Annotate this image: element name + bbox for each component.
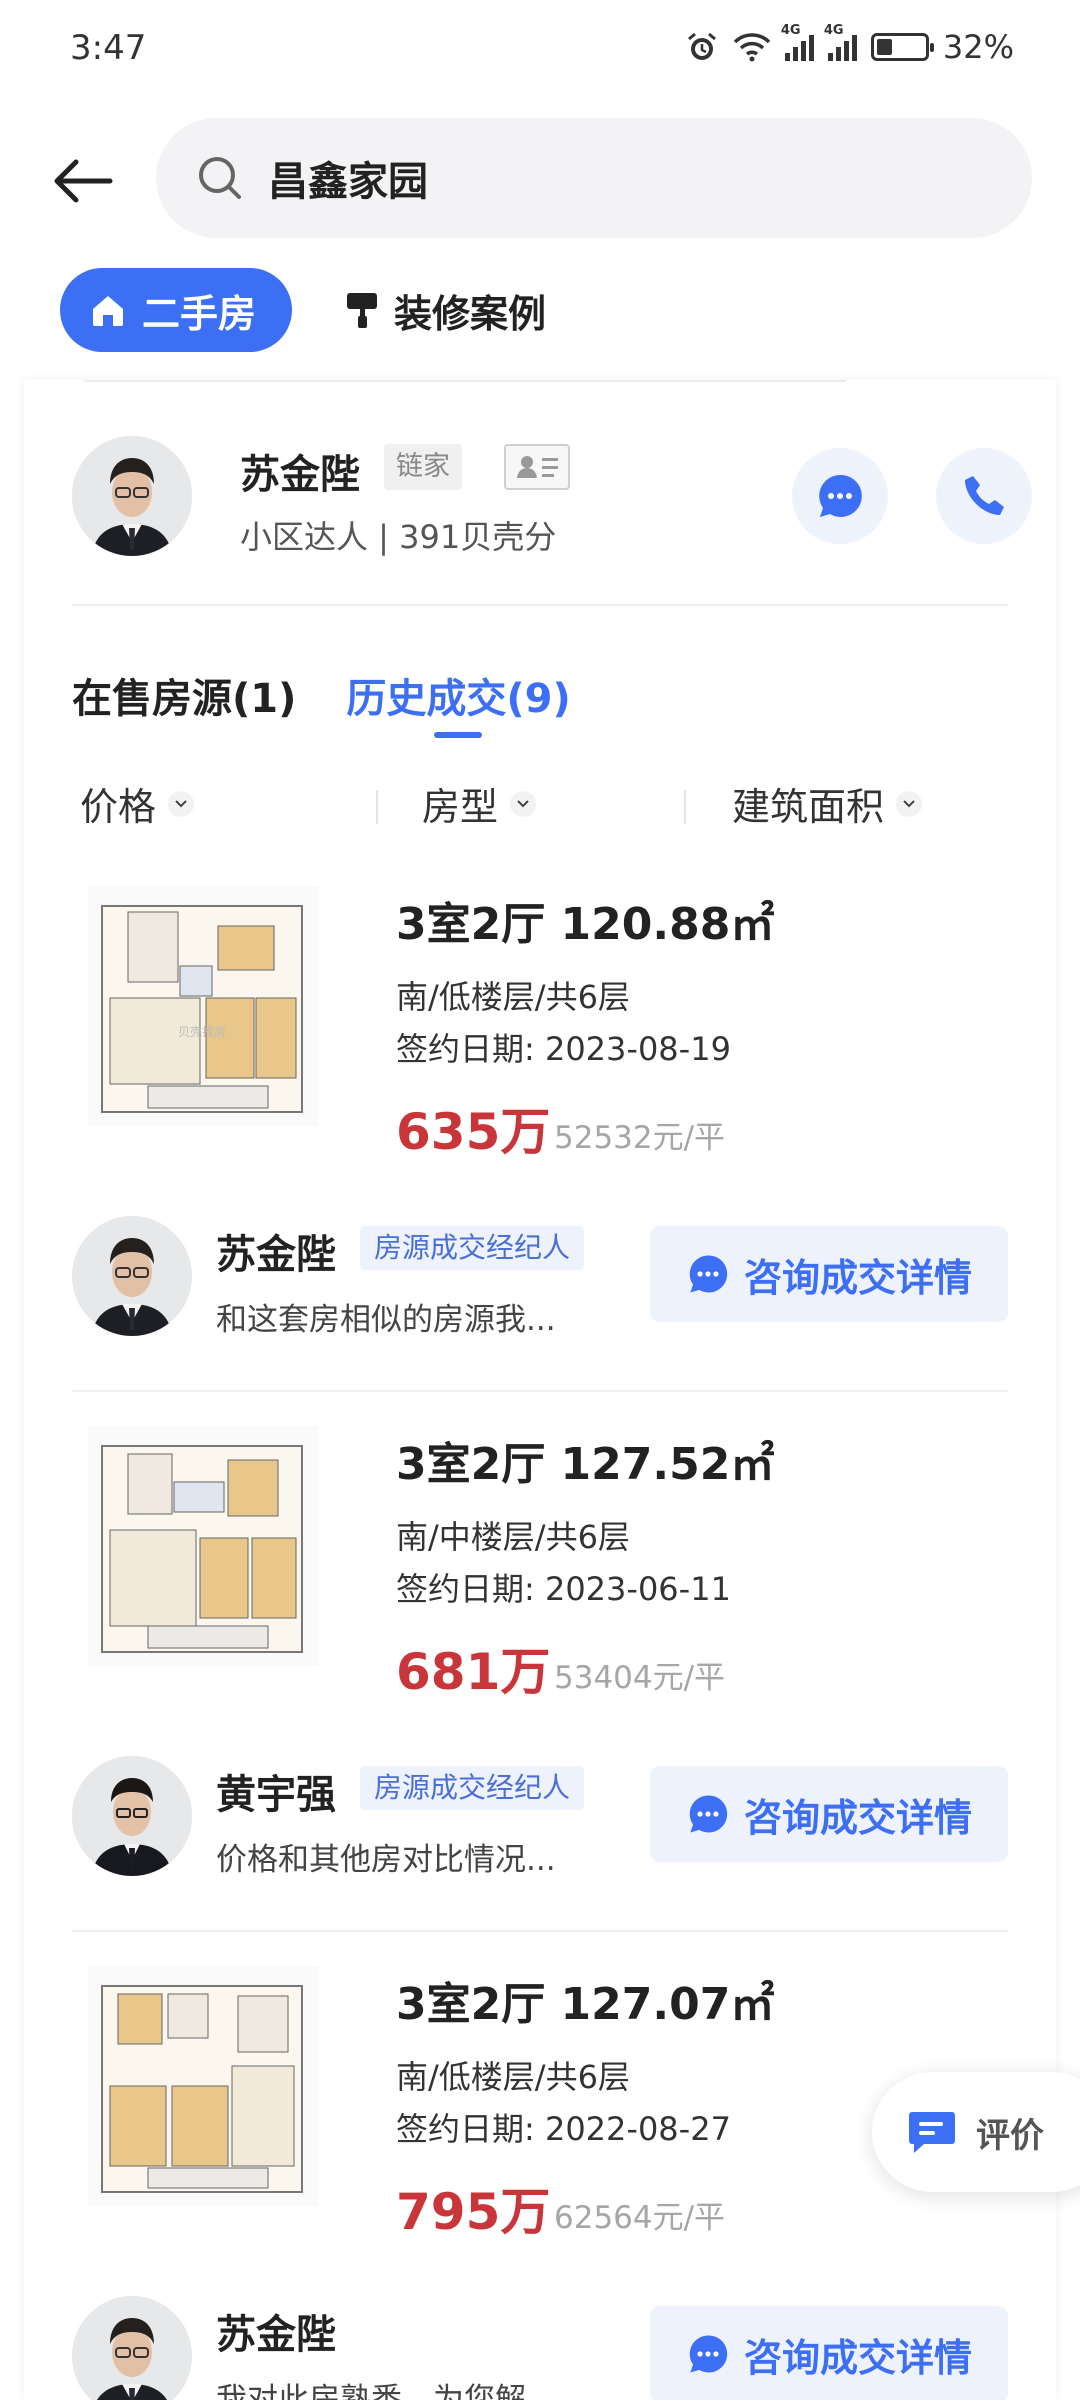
listing-title: 3室2厅 127.07㎡ <box>396 1979 775 2030</box>
divider <box>72 1930 1008 1932</box>
agent-description: 我对此房熟悉，为您解... <box>216 2382 556 2400</box>
svg-text:贝壳找房: 贝壳找房 <box>178 1024 226 1039</box>
home-icon <box>93 296 123 326</box>
consult-label: 咨询成交详情 <box>743 1795 972 1840</box>
listing-agent: 黄宇强 房源成交经纪人 价格和其他房对比情况... 咨询成交详情 <box>72 1756 1008 1878</box>
listing-price: 681万 <box>396 1643 551 1701</box>
search-icon <box>199 157 241 199</box>
agent-description: 价格和其他房对比情况... <box>216 1842 556 1878</box>
signal-icon-2: 4G <box>824 23 857 61</box>
listing-card[interactable]: 3室2厅 127.52㎡ 南/中楼层/共6层 签约日期: 2023-06-11 … <box>72 1410 1008 1932</box>
agent-role-badge: 房源成交经纪人 <box>360 1766 585 1810</box>
chat-bubble-icon <box>689 2335 728 2373</box>
section-tabs: 在售房源(1) 历史成交(9) <box>72 666 571 738</box>
agent-description: 和这套房相似的房源我... <box>216 1302 556 1338</box>
avatar[interactable] <box>72 2296 192 2400</box>
review-button[interactable]: 评价 <box>872 2072 1080 2192</box>
listing-unit-price: 53404元/平 <box>554 1660 726 1696</box>
agent-subtitle: 小区达人 | 391贝壳分 <box>240 518 557 556</box>
signal-icon-1: 4G <box>781 23 814 61</box>
listing-title: 3室2厅 120.88㎡ <box>396 899 775 950</box>
status-time: 3:47 <box>70 28 147 68</box>
listing-price: 635万 <box>396 1103 551 1161</box>
filter-label: 房型 <box>422 785 499 829</box>
listing-unit-price: 52532元/平 <box>554 1120 726 1156</box>
listing-title: 3室2厅 127.52㎡ <box>396 1439 775 1490</box>
chat-button[interactable] <box>792 448 888 544</box>
header: 昌鑫家园 二手房 装修案例 <box>0 100 1080 380</box>
search-query: 昌鑫家园 <box>268 159 428 205</box>
agent-name: 苏金陛 <box>216 2312 336 2358</box>
filter-separator <box>684 790 686 824</box>
brand-badge: 链家 <box>384 444 462 490</box>
status-bar: 3:47 4G 4G 32% <box>0 0 1080 100</box>
wifi-icon <box>733 32 771 62</box>
listing-price: 795万 <box>396 2183 551 2241</box>
listing-floor: 南/低楼层/共6层 <box>396 978 630 1016</box>
tab-on-sale[interactable]: 在售房源(1) <box>72 666 296 724</box>
consult-button[interactable]: 咨询成交详情 <box>650 2306 1008 2400</box>
listing-card[interactable]: 贝壳找房 3室2厅 120.88㎡ 南/低楼层/共6层 签约日期: 2023-0… <box>72 870 1008 1392</box>
call-button[interactable] <box>936 448 1032 544</box>
battery-percent: 32% <box>942 28 1014 66</box>
avatar[interactable] <box>72 1756 192 1876</box>
consult-button[interactable]: 咨询成交详情 <box>650 1766 1008 1862</box>
listing-date: 签约日期: 2022-08-27 <box>396 2110 731 2148</box>
divider <box>72 1390 1008 1392</box>
status-icons: 4G 4G 32% <box>685 23 1014 66</box>
chat-bubble-icon <box>819 474 862 517</box>
filter-price[interactable]: 价格 <box>80 776 195 831</box>
consult-button[interactable]: 咨询成交详情 <box>650 1226 1008 1322</box>
consult-label: 咨询成交详情 <box>743 2335 972 2380</box>
category-tabs: 二手房 装修案例 <box>60 268 546 352</box>
tab-history-deals[interactable]: 历史成交(9) <box>346 666 571 738</box>
filter-separator <box>376 790 378 824</box>
listing-floor: 南/低楼层/共6层 <box>396 2058 630 2096</box>
listing-agent: 苏金陛 我对此房熟悉，为您解... 咨询成交详情 <box>72 2296 1008 2400</box>
listing-card[interactable]: 3室2厅 127.07㎡ 南/低楼层/共6层 签约日期: 2022-08-27 … <box>72 1950 1008 2400</box>
paint-roller-icon <box>347 293 378 328</box>
avatar[interactable] <box>72 1216 192 1336</box>
floor-plan-image[interactable] <box>88 1426 318 1666</box>
avatar[interactable] <box>72 436 192 556</box>
back-button[interactable] <box>48 146 118 216</box>
listing-date: 签约日期: 2023-06-11 <box>396 1570 731 1608</box>
filter-layout[interactable]: 房型 <box>422 776 537 831</box>
phone-icon <box>965 476 1004 515</box>
arrow-left-icon <box>54 159 113 203</box>
listing-date: 签约日期: 2023-08-19 <box>396 1030 731 1068</box>
agent-header: 苏金陛 链家 小区达人 | 391贝壳分 <box>72 436 1032 556</box>
chevron-down-icon <box>896 790 923 817</box>
filter-bar: 价格 房型 建筑面积 <box>80 776 980 836</box>
agent-name: 苏金陛 <box>240 452 360 498</box>
tab-renovation[interactable]: 装修案例 <box>344 283 546 338</box>
tab-label: 二手房 <box>142 291 257 336</box>
filter-label: 建筑面积 <box>732 785 885 829</box>
divider <box>72 604 1008 606</box>
agent-role-badge: 房源成交经纪人 <box>360 1226 585 1270</box>
tab-second-hand[interactable]: 二手房 <box>60 268 293 352</box>
listing-floor: 南/中楼层/共6层 <box>396 1518 630 1556</box>
agent-name: 苏金陛 <box>216 1232 336 1278</box>
tab-label: 装修案例 <box>394 291 547 336</box>
consult-label: 咨询成交详情 <box>743 1255 972 1300</box>
battery-icon <box>870 33 934 61</box>
filter-area[interactable]: 建筑面积 <box>732 776 923 831</box>
search-bar[interactable]: 昌鑫家园 <box>156 118 1032 238</box>
alarm-icon <box>685 30 719 64</box>
floor-plan-image[interactable] <box>88 1966 318 2206</box>
floor-plan-image[interactable]: 贝壳找房 <box>88 886 318 1126</box>
chat-bubble-icon <box>689 1795 728 1833</box>
filter-label: 价格 <box>80 785 157 829</box>
chevron-down-icon <box>168 790 195 817</box>
review-label: 评价 <box>976 2115 1044 2156</box>
chat-bubble-icon <box>689 1255 728 1293</box>
agent-name: 黄宇强 <box>216 1772 336 1818</box>
chevron-down-icon <box>510 790 537 817</box>
listing-unit-price: 62564元/平 <box>554 2200 726 2236</box>
listing-agent: 苏金陛 房源成交经纪人 和这套房相似的房源我... 咨询成交详情 <box>72 1216 1008 1338</box>
id-card-icon[interactable] <box>504 444 570 490</box>
comment-icon <box>909 2112 955 2153</box>
